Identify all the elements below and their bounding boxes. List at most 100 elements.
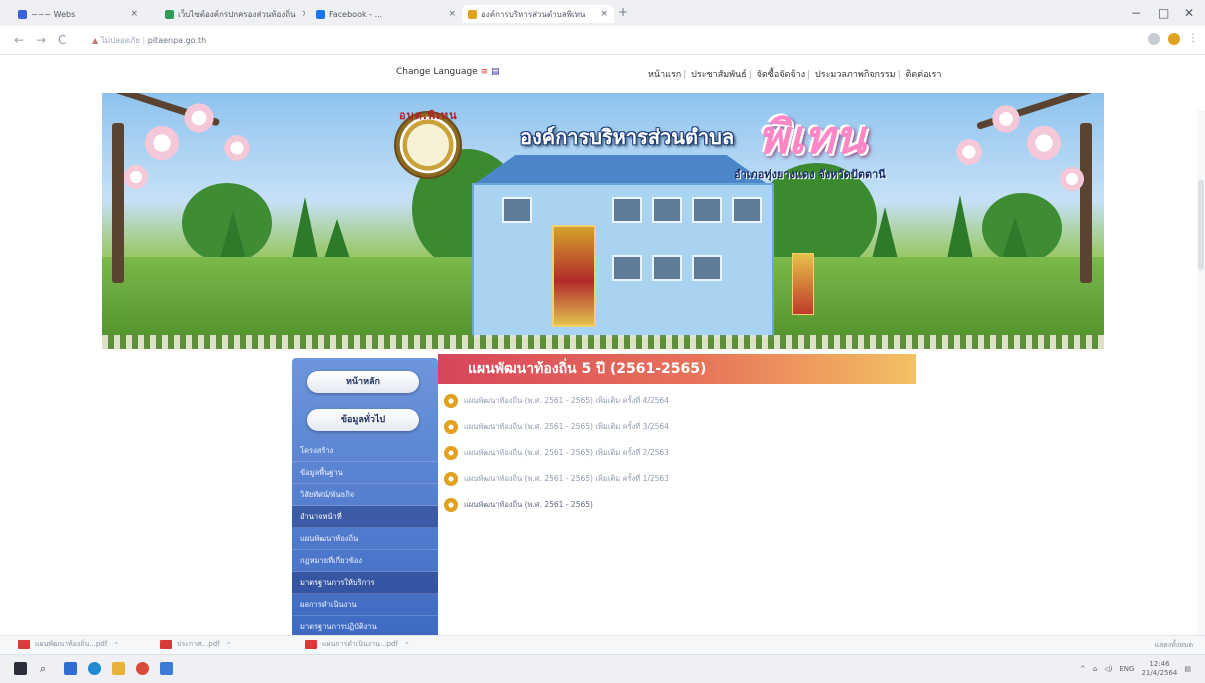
blossom-graphic: [990, 103, 1022, 135]
blossom-graphic: [142, 123, 182, 163]
minimize-button[interactable]: −: [1131, 6, 1141, 20]
show-all-downloads-link[interactable]: แสดงทั้งหมด: [1154, 640, 1193, 651]
document-link[interactable]: แผนพัฒนาท้องถิ่น (พ.ศ. 2561 - 2565) เพิ่…: [444, 440, 1044, 466]
blossom-graphic: [1024, 123, 1064, 163]
clock-time: 12:46: [1149, 660, 1170, 668]
document-link[interactable]: แผนพัฒนาท้องถิ่น (พ.ศ. 2561 - 2565) เพิ่…: [444, 414, 1044, 440]
close-window-button[interactable]: ✕: [1184, 6, 1194, 20]
office-building-graphic: [462, 155, 780, 337]
blossom-graphic: [954, 137, 984, 167]
profile-icon[interactable]: [1168, 33, 1180, 45]
clock[interactable]: 12:46 21/4/2564: [1141, 660, 1177, 678]
flower-border: [102, 335, 1104, 349]
sidebar-item[interactable]: แผนพัฒนาท้องถิ่น: [292, 528, 438, 550]
back-button[interactable]: ←: [14, 33, 24, 47]
chrome-browser-icon[interactable]: [136, 662, 149, 675]
start-button-icon[interactable]: [14, 662, 27, 675]
tab-favicon-icon: [18, 9, 27, 19]
top-nav-links: หน้าแรก | ประชาสัมพันธ์ | จัดซื้อจัดจ้าง | …: [648, 70, 942, 80]
download-item[interactable]: ประกาศ...pdf ⌃: [160, 639, 231, 650]
scrollbar-thumb[interactable]: [1198, 180, 1204, 270]
nav-link-contact[interactable]: ติดต่อเรา: [906, 70, 942, 80]
clock-date: 21/4/2564: [1141, 669, 1178, 677]
page-scrollbar[interactable]: [1197, 110, 1205, 635]
nav-link-home[interactable]: หน้าแรก: [648, 70, 681, 80]
sidebar-item[interactable]: อำนาจหน้าที่: [292, 506, 438, 528]
seal-text: อบต.พิเทน: [399, 109, 458, 122]
pine-tree-graphic: [872, 207, 898, 259]
pdf-icon: [160, 640, 172, 649]
tab-label: Facebook - ...: [329, 9, 383, 19]
extension-icon[interactable]: [1148, 33, 1160, 45]
file-explorer-icon[interactable]: [112, 662, 125, 675]
document-bullet-icon: [444, 446, 458, 460]
language-indicator[interactable]: ENG: [1119, 665, 1134, 673]
tab-label: องค์การบริหารส่วนตำบลพิเทน: [481, 9, 586, 19]
mail-icon[interactable]: [64, 662, 77, 675]
banner-subtitle: อำเภอทุ่งยางแดง จังหวัดปัตตานี: [734, 168, 886, 181]
blossom-graphic: [122, 163, 150, 191]
document-link[interactable]: แผนพัฒนาท้องถิ่น (พ.ศ. 2561 - 2565) เพิ่…: [444, 388, 1044, 414]
tab-close-icon[interactable]: ×: [130, 9, 138, 19]
banner-name: พิเทน: [758, 110, 866, 164]
document-bullet-icon: [444, 498, 458, 512]
change-language-label: Change Language: [396, 67, 478, 77]
sidebar-item[interactable]: มาตรฐานการปฏิบัติงาน: [292, 616, 438, 635]
sidebar-item[interactable]: ผลการดำเนินงาน: [292, 594, 438, 616]
browser-tab-3[interactable]: Facebook - ... ×: [316, 5, 456, 23]
tree-trunk-graphic: [112, 123, 124, 283]
sidebar-item[interactable]: ข้อมูลพื้นฐาน: [292, 462, 438, 484]
chevron-up-icon[interactable]: ^: [1080, 665, 1086, 673]
forward-button[interactable]: →: [36, 33, 46, 47]
browser-tab-active[interactable]: องค์การบริหารส่วนตำบลพิเทน ×: [462, 5, 614, 23]
tree-trunk-graphic: [1080, 123, 1092, 283]
nav-link-news[interactable]: ประชาสัมพันธ์: [691, 70, 747, 80]
document-link[interactable]: แผนพัฒนาท้องถิ่น (พ.ศ. 2561 - 2565): [444, 492, 1044, 518]
document-link-label: แผนพัฒนาท้องถิ่น (พ.ศ. 2561 - 2565) เพิ่…: [464, 422, 669, 431]
sidebar-item[interactable]: มาตรฐานการให้บริการ: [292, 572, 438, 594]
document-link-label: แผนพัฒนาท้องถิ่น (พ.ศ. 2561 - 2565) เพิ่…: [464, 448, 669, 457]
blossom-graphic: [182, 101, 216, 135]
change-language[interactable]: Change Language ≡ ▤: [396, 67, 500, 77]
sidebar-menu: หน้าหลัก ข้อมูลทั่วไป โครงสร้าง ข้อมูลพื้…: [292, 358, 438, 635]
document-link[interactable]: แผนพัฒนาท้องถิ่น (พ.ศ. 2561 - 2565) เพิ่…: [444, 466, 1044, 492]
tab-favicon-icon: [316, 9, 325, 19]
network-icon[interactable]: ⌂: [1093, 665, 1097, 673]
sidebar-item[interactable]: วิสัยทัศน์/พันธกิจ: [292, 484, 438, 506]
photos-app-icon[interactable]: [160, 662, 173, 675]
document-bullet-icon: [444, 472, 458, 486]
address-input[interactable]: ▲ ไม่ปลอดภัย | pitaenpa.go.th: [92, 34, 206, 47]
tab-close-icon[interactable]: ×: [448, 9, 456, 19]
notifications-icon[interactable]: ▤: [1184, 665, 1191, 673]
sidebar-item[interactable]: โครงสร้าง: [292, 440, 438, 462]
reload-button[interactable]: C: [58, 33, 66, 47]
download-filename: แผนพัฒนาท้องถิ่น...pdf: [35, 640, 108, 648]
download-item[interactable]: แผนพัฒนาท้องถิ่น...pdf ⌃: [18, 639, 119, 650]
browser-tab-2[interactable]: เว็บไซต์องค์กรปกครองส่วนท้องถิ่น ×: [165, 5, 305, 23]
sidebar-list: โครงสร้าง ข้อมูลพื้นฐาน วิสัยทัศน์/พันธกิจ…: [292, 440, 438, 635]
home-button[interactable]: หน้าหลัก: [307, 371, 419, 393]
warning-icon: ▲: [92, 36, 99, 45]
pine-tree-graphic: [947, 195, 973, 259]
volume-icon[interactable]: ◁): [1104, 665, 1112, 673]
menu-dots-icon[interactable]: ⋮: [1188, 33, 1198, 44]
nav-link-procurement[interactable]: จัดซื้อจัดจ้าง: [757, 70, 805, 80]
download-item[interactable]: แผนการดำเนินงาน...pdf ⌃: [305, 639, 410, 650]
tab-close-icon[interactable]: ×: [302, 9, 305, 19]
web-page: Change Language ≡ ▤ หน้าแรก | ประชาสัมพัน…: [0, 55, 1205, 635]
general-info-button[interactable]: ข้อมูลทั่วไป: [307, 409, 419, 431]
nav-link-gallery[interactable]: ประมวลภาพกิจกรรม: [815, 70, 896, 80]
edge-browser-icon[interactable]: [88, 662, 101, 675]
sidebar-item[interactable]: กฎหมายที่เกี่ยวข้อง: [292, 550, 438, 572]
maximize-button[interactable]: □: [1158, 6, 1169, 20]
url-text: pitaenpa.go.th: [147, 36, 207, 45]
browser-tab-1[interactable]: ~~~ Webs ×: [18, 5, 138, 23]
tab-close-icon[interactable]: ×: [600, 9, 608, 19]
flag-icon: ≡: [480, 67, 489, 77]
flag-icon: ▤: [491, 67, 500, 77]
address-bar-row: ← → C ▲ ไม่ปลอดภัย | pitaenpa.go.th ⋮: [0, 26, 1205, 55]
new-tab-button[interactable]: +: [618, 5, 628, 19]
downloads-bar: แผนพัฒนาท้องถิ่น...pdf ⌃ ประกาศ...pdf ⌃ แผ…: [0, 635, 1205, 654]
pine-tree-graphic: [1002, 217, 1028, 259]
search-icon[interactable]: ⌕: [40, 662, 53, 675]
